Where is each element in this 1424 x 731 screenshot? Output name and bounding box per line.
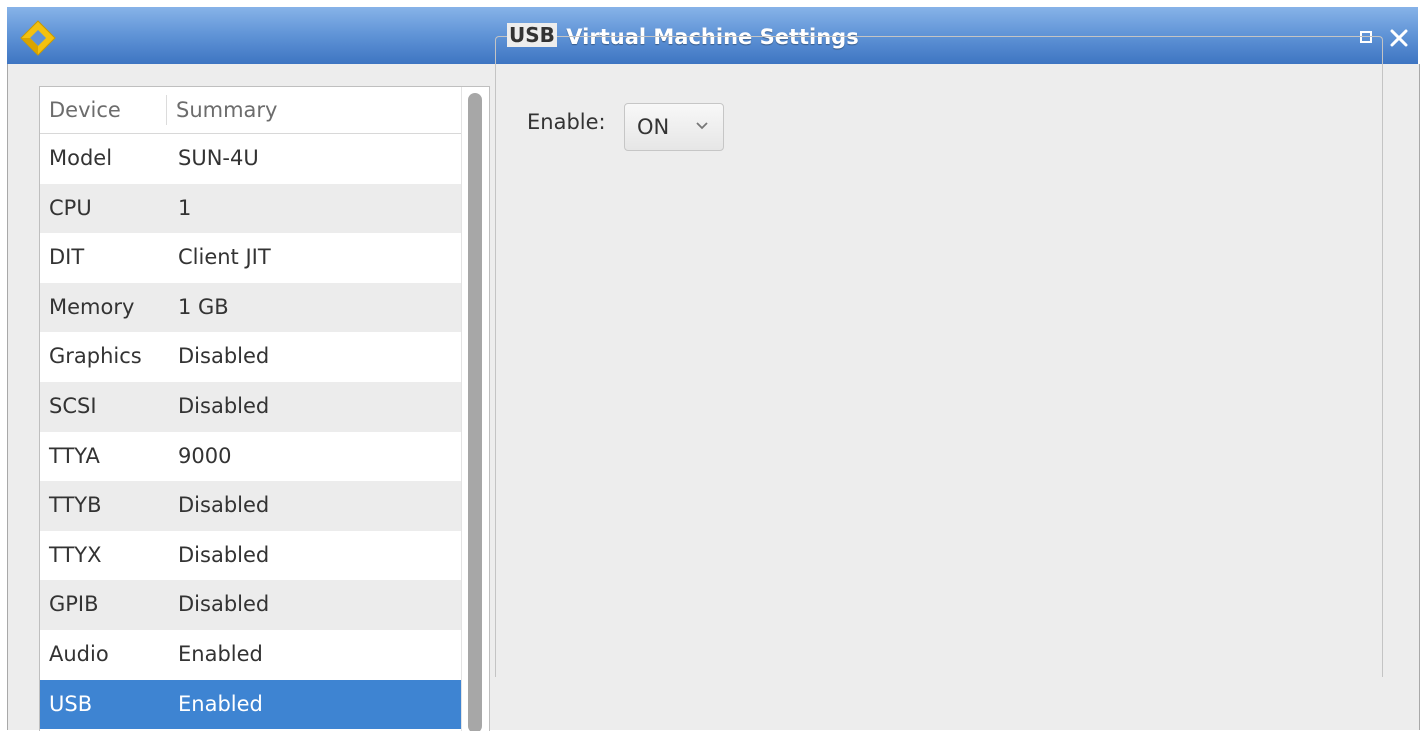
device-row-memory[interactable]: Memory 1 GB [40, 282, 461, 333]
device-name: Model [49, 146, 113, 170]
device-name: TTYB [49, 493, 102, 518]
device-summary: Disabled [178, 344, 270, 369]
column-header-summary[interactable]: Summary [176, 87, 277, 133]
enable-selected-value: ON [637, 115, 670, 139]
device-list[interactable]: Device Summary Model SUN-4U CPU 1 DIT Cl… [39, 86, 490, 731]
device-summary: Disabled [178, 542, 270, 567]
settings-window: Virtual Machine Settings Device Summary … [0, 0, 1424, 731]
device-summary: SUN-4U [178, 146, 259, 170]
enable-dropdown[interactable]: ON [624, 103, 724, 151]
device-summary: 1 [178, 195, 192, 220]
device-summary: Enabled [178, 691, 263, 716]
device-name: TTYX [49, 542, 102, 567]
list-header: Device Summary [40, 87, 461, 134]
device-row-graphics[interactable]: Graphics Disabled [40, 332, 461, 382]
device-summary: Disabled [178, 592, 270, 617]
device-summary: 9000 [178, 443, 232, 468]
device-row-audio[interactable]: Audio Enabled [40, 629, 461, 680]
usb-group-title: USB [507, 23, 557, 47]
device-summary: Disabled [178, 393, 270, 418]
close-icon[interactable] [1388, 27, 1410, 49]
device-name: CPU [49, 195, 92, 220]
column-header-device[interactable]: Device [49, 87, 121, 133]
vertical-scrollbar[interactable] [461, 87, 489, 731]
device-name: SCSI [49, 393, 97, 418]
chevron-down-icon [696, 122, 708, 130]
device-row-ttyb[interactable]: TTYB Disabled [40, 481, 461, 531]
enable-label: Enable: [527, 110, 606, 134]
device-summary: Disabled [178, 493, 270, 518]
column-separator [166, 95, 167, 125]
device-name: TTYA [49, 443, 100, 468]
device-name: GPIB [49, 592, 99, 617]
device-row-cpu[interactable]: CPU 1 [40, 183, 461, 234]
device-name: DIT [49, 245, 85, 270]
device-row-dit[interactable]: DIT Client JIT [40, 233, 461, 283]
device-summary: 1 GB [178, 294, 229, 319]
device-row-ttya[interactable]: TTYA 9000 [40, 431, 461, 482]
device-summary: Client JIT [178, 245, 271, 270]
device-row-usb[interactable]: USB Enabled [40, 679, 461, 730]
device-row-ttyx[interactable]: TTYX Disabled [40, 530, 461, 581]
device-rows: Model SUN-4U CPU 1 DIT Client JIT Memory… [40, 134, 461, 730]
device-row-scsi[interactable]: SCSI Disabled [40, 381, 461, 432]
device-name: USB [49, 691, 93, 716]
scrollbar-thumb[interactable] [468, 93, 482, 731]
device-name: Audio [49, 641, 109, 666]
device-row-gpib[interactable]: GPIB Disabled [40, 580, 461, 630]
device-row-model[interactable]: Model SUN-4U [40, 134, 461, 184]
device-name: Graphics [49, 344, 142, 369]
device-name: Memory [49, 294, 135, 319]
device-summary: Enabled [178, 641, 263, 666]
